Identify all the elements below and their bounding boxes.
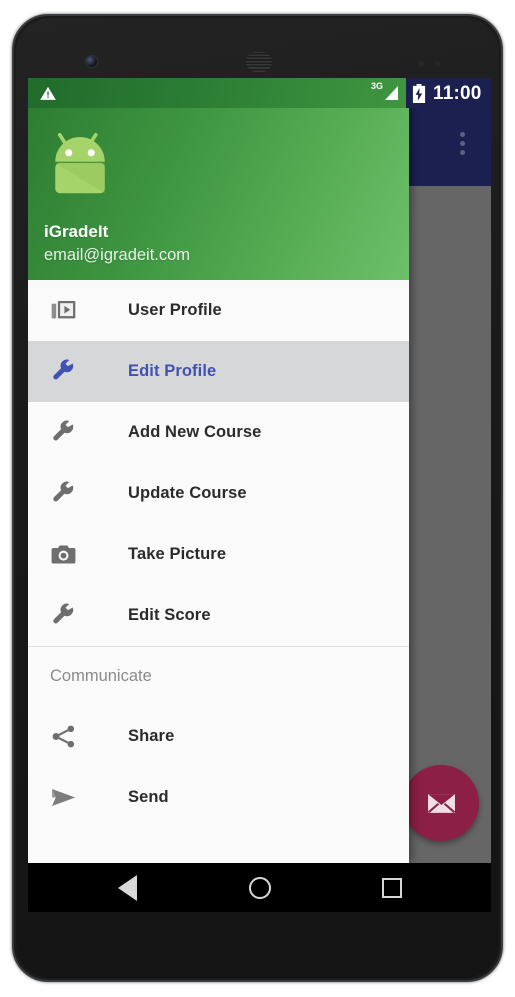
android-navigation-bar — [28, 863, 491, 912]
drawer-menu-list: User Profile Edit Profile Add New Course… — [28, 280, 409, 828]
envelope-icon — [427, 793, 455, 813]
send-icon — [50, 783, 84, 813]
drawer-item-add-new-course[interactable]: Add New Course — [28, 402, 409, 463]
phone-screen: iGradeIt email@igradeit.com User Profile… — [28, 78, 491, 863]
status-bar: 3G 11:00 — [28, 78, 491, 108]
drawer-item-label: Edit Score — [128, 606, 211, 624]
front-camera-icon — [86, 56, 97, 67]
home-button[interactable] — [194, 863, 326, 912]
account-email: email@igradeit.com — [44, 245, 191, 264]
compose-mail-fab[interactable] — [403, 765, 479, 841]
account-name: iGradeIt — [44, 221, 109, 241]
earpiece-speaker-icon — [246, 52, 272, 72]
recents-button[interactable] — [326, 863, 458, 912]
drawer-item-label: Edit Profile — [128, 362, 217, 380]
wrench-icon — [50, 479, 84, 509]
back-button[interactable] — [62, 863, 194, 912]
wrench-icon — [50, 601, 84, 631]
drawer-section-header: Communicate — [50, 667, 152, 685]
camera-icon — [50, 540, 84, 570]
drawer-item-label: User Profile — [128, 301, 222, 319]
battery-charging-icon — [412, 83, 426, 103]
slideshow-icon — [50, 296, 84, 326]
status-bar-left: 3G — [28, 78, 406, 108]
proximity-sensor-icon — [418, 61, 425, 67]
status-bar-right: 11:00 — [406, 78, 491, 108]
phone-device: iGradeIt email@igradeit.com User Profile… — [12, 14, 503, 982]
drawer-item-take-picture[interactable]: Take Picture — [28, 524, 409, 585]
wrench-icon — [50, 357, 84, 387]
network-type-label: 3G — [370, 81, 383, 91]
overflow-menu-icon[interactable] — [460, 132, 465, 155]
signal-status: 3G — [371, 82, 398, 100]
wrench-icon — [50, 418, 84, 448]
signal-bars-icon — [385, 86, 398, 100]
drawer-header[interactable]: iGradeIt email@igradeit.com — [28, 108, 409, 280]
light-sensor-icon — [435, 61, 440, 66]
clock-label: 11:00 — [433, 82, 482, 104]
share-icon — [50, 722, 84, 752]
drawer-item-edit-score[interactable]: Edit Score — [28, 585, 409, 646]
drawer-item-edit-profile[interactable]: Edit Profile — [28, 341, 409, 402]
drawer-item-label: Add New Course — [128, 423, 262, 441]
warning-triangle-icon — [40, 86, 56, 100]
drawer-item-label: Send — [128, 788, 169, 806]
account-info: iGradeIt email@igradeit.com — [44, 221, 190, 266]
drawer-item-share[interactable]: Share — [28, 706, 409, 767]
drawer-item-label: Share — [128, 727, 175, 745]
drawer-item-label: Take Picture — [128, 545, 227, 563]
drawer-item-label: Update Course — [128, 484, 247, 502]
drawer-item-send[interactable]: Send — [28, 767, 409, 828]
android-robot-avatar — [55, 132, 105, 194]
drawer-item-update-course[interactable]: Update Course — [28, 463, 409, 524]
drawer-item-user-profile[interactable]: User Profile — [28, 280, 409, 341]
navigation-drawer: iGradeIt email@igradeit.com User Profile… — [28, 108, 409, 863]
